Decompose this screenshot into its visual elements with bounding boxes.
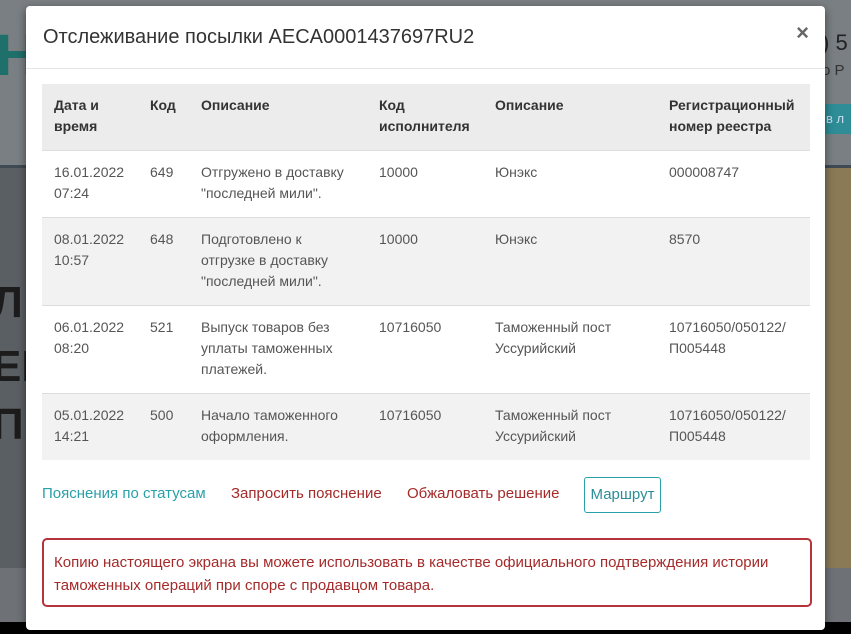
action-links: Пояснения по статусам Запросить пояснени… <box>42 477 810 513</box>
background-subtext: о Р <box>822 62 845 79</box>
modal-title: Отслеживание посылки AECA0001437697RU2 <box>43 26 475 48</box>
cell-executor-description: Юнэкс <box>483 150 657 218</box>
tracking-modal: Отслеживание посылки AECA0001437697RU2 ×… <box>26 6 825 630</box>
cell-description: Начало таможенного оформления. <box>189 393 367 460</box>
cell-datetime: 05.01.2022 14:21 <box>42 393 138 460</box>
cell-executor-code: 10716050 <box>367 393 483 460</box>
table-row: 08.01.2022 10:57 648 Подготовлено к отгр… <box>42 217 810 306</box>
request-explanation-link[interactable]: Запросить пояснение <box>231 485 382 502</box>
cell-executor-code: 10000 <box>367 150 483 218</box>
route-button[interactable]: Маршрут <box>584 477 661 513</box>
cell-executor-code: 10716050 <box>367 305 483 394</box>
tracking-table: Дата и время Код Описание Код исполнител… <box>42 84 810 460</box>
cell-code: 521 <box>138 305 189 394</box>
close-button[interactable]: × <box>796 22 809 44</box>
cell-registry-number: 10716050/050122/П005448 <box>657 393 810 460</box>
appeal-decision-link[interactable]: Обжаловать решение <box>407 485 559 502</box>
status-help-link[interactable]: Пояснения по статусам <box>42 485 206 502</box>
cell-description: Подготовлено к отгрузке в доставку "посл… <box>189 217 367 306</box>
cell-datetime: 16.01.2022 07:24 <box>42 150 138 218</box>
background-hero-image <box>822 168 851 568</box>
table-header-row: Дата и время Код Описание Код исполнител… <box>42 84 810 151</box>
header-description: Описание <box>189 84 367 151</box>
header-registry-number: Регистрационный номер реестра <box>657 84 810 151</box>
cell-datetime: 08.01.2022 10:57 <box>42 217 138 306</box>
background-phone: ) 5 <box>822 30 848 55</box>
cell-description: Отгружено в доставку "последней мили". <box>189 150 367 218</box>
header-code: Код <box>138 84 189 151</box>
table-row: 16.01.2022 07:24 649 Отгружено в доставк… <box>42 150 810 218</box>
table-row: 05.01.2022 14:21 500 Начало таможенного … <box>42 393 810 460</box>
table-row: 06.01.2022 08:20 521 Выпуск товаров без … <box>42 305 810 394</box>
header-executor-description: Описание <box>483 84 657 151</box>
background-hero-text-3: П <box>0 400 24 449</box>
cell-executor-description: Таможенный пост Уссурийский <box>483 393 657 460</box>
notice-box: Копию настоящего экрана вы можете исполь… <box>42 538 812 607</box>
cell-executor-description: Юнэкс <box>483 217 657 306</box>
header-datetime: Дата и время <box>42 84 138 151</box>
cell-code: 648 <box>138 217 189 306</box>
cell-datetime: 06.01.2022 08:20 <box>42 305 138 394</box>
header-executor-code: Код исполнителя <box>367 84 483 151</box>
cell-executor-code: 10000 <box>367 217 483 306</box>
cell-registry-number: 10716050/050122/П005448 <box>657 305 810 394</box>
cell-code: 500 <box>138 393 189 460</box>
cell-description: Выпуск товаров без уплаты таможенных пла… <box>189 305 367 394</box>
modal-header: Отслеживание посылки AECA0001437697RU2 × <box>26 6 825 69</box>
cell-executor-description: Таможенный пост Уссурийский <box>483 305 657 394</box>
background-hero-text-1: Л <box>0 278 23 327</box>
cell-registry-number: 000008747 <box>657 150 810 218</box>
cell-registry-number: 8570 <box>657 217 810 306</box>
cell-code: 649 <box>138 150 189 218</box>
